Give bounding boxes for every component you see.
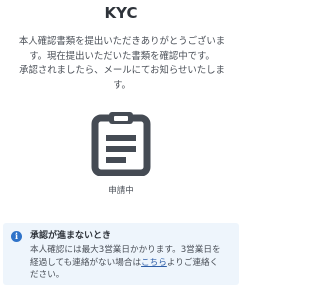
message-line: す。現在提出いただいた書類を確認中です。 bbox=[29, 50, 215, 62]
notice-line: 経過しても連絡がない場合はこちらよりご連絡く bbox=[30, 257, 236, 270]
notice-line: ださい。 bbox=[30, 270, 65, 280]
page-title: KYC bbox=[104, 4, 138, 22]
submission-message: 本人確認書類を提出いただきありがとうございま す。現在提出いただいた書類を確認中… bbox=[6, 35, 238, 93]
message-line: 本人確認書類を提出いただきありがとうございま bbox=[18, 36, 226, 47]
status-label: 申請中 bbox=[108, 186, 134, 196]
clipboard-icon bbox=[91, 112, 151, 176]
notice-title: 承認が進まないとき bbox=[30, 231, 112, 241]
message-line: 承認されましたら、メールにてお知らせいたしま bbox=[19, 65, 225, 76]
info-notice: i 承認が進まないとき 本人確認には最大3営業日かかります。3営業日を 経過して… bbox=[3, 223, 239, 285]
notice-text: 経過しても連絡がない場合は bbox=[30, 257, 142, 268]
notice-text: よりご連絡く bbox=[166, 257, 219, 268]
info-icon: i bbox=[11, 231, 22, 242]
notice-body: 本人確認には最大3営業日かかります。3営業日を 経過しても連絡がない場合はこちら… bbox=[30, 244, 236, 282]
message-line: す。 bbox=[113, 79, 131, 91]
notice-line: 本人確認には最大3営業日かかります。3営業日を bbox=[30, 245, 221, 255]
kyc-page: KYC 本人確認書類を提出いただきありがとうございま す。現在提出いただいた書類… bbox=[0, 0, 242, 300]
contact-link[interactable]: こちら bbox=[141, 258, 167, 268]
